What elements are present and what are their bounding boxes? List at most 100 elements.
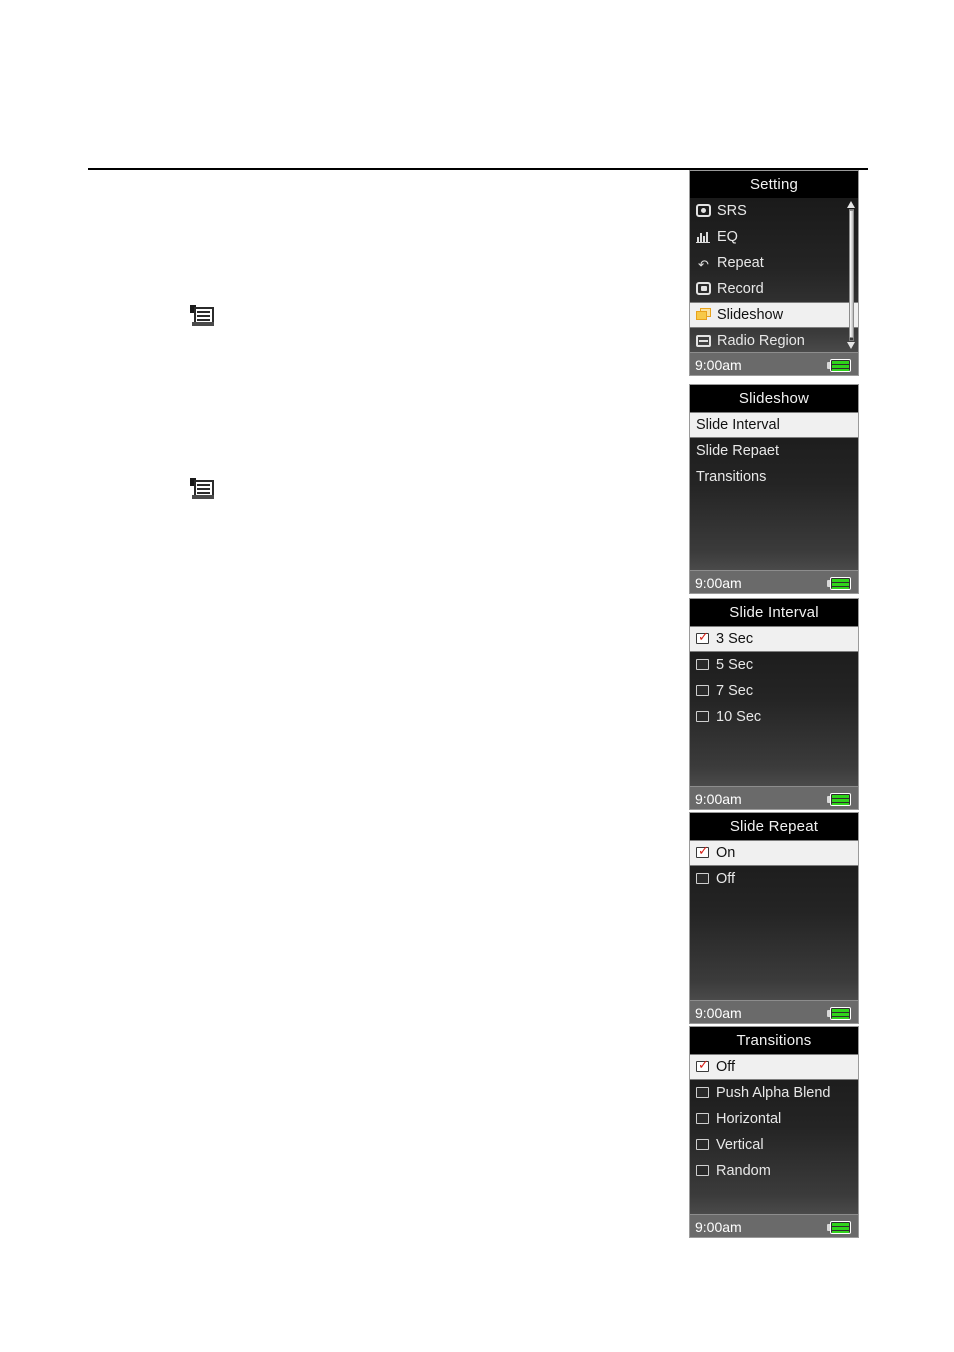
checkbox-unchecked-icon[interactable] [696, 1165, 709, 1176]
device-screen-setting: Setting SRS EQ ↶ Repeat Record Slideshow … [689, 170, 859, 376]
radio-item-vertical[interactable]: Vertical [690, 1132, 858, 1158]
menu-list-icon [190, 478, 216, 500]
status-bar: 9:00am [690, 786, 858, 809]
radio-item-label: Off [716, 1059, 736, 1075]
radio-item-label: Off [716, 871, 736, 887]
status-time: 9:00am [695, 791, 742, 807]
status-bar: 9:00am [690, 352, 858, 375]
radio-item-label: 3 Sec [716, 631, 754, 647]
device-screen-transitions: Transitions ✓ Off Push Alpha Blend Horizo… [689, 1026, 859, 1238]
screen-title: Slide Interval [690, 599, 858, 626]
radio-item-label: Random [716, 1163, 771, 1179]
list-item-radio-region[interactable]: Radio Region [690, 328, 858, 354]
list-item-label: SRS [717, 203, 747, 219]
radio-item-label: Horizontal [716, 1111, 782, 1127]
radio-item-label: Push Alpha Blend [716, 1085, 831, 1101]
screen-title: Slideshow [690, 385, 858, 412]
radio-item-off[interactable]: ✓ Off [690, 1054, 858, 1080]
checkbox-unchecked-icon[interactable] [696, 685, 709, 696]
radio-item-5-sec[interactable]: 5 Sec [690, 652, 858, 678]
radio-item-label: On [716, 845, 736, 861]
battery-full-icon [827, 793, 851, 806]
list-item-label: Repeat [717, 255, 764, 271]
checkbox-unchecked-icon[interactable] [696, 1087, 709, 1098]
battery-full-icon [827, 577, 851, 590]
menu-list-icon-line [197, 319, 210, 321]
device-screen-slide-repeat: Slide Repeat ✓ On Off 9:00am [689, 812, 859, 1024]
device-screen-slideshow: Slideshow Slide Interval Slide Repaet Tr… [689, 384, 859, 594]
radio-item-3-sec[interactable]: ✓ 3 Sec [690, 626, 858, 652]
battery-full-icon [827, 359, 851, 372]
menu-list-icon [190, 305, 216, 327]
scroll-up-arrow-icon[interactable] [847, 201, 855, 208]
radio-item-10-sec[interactable]: 10 Sec [690, 704, 858, 730]
radio-item-label: 10 Sec [716, 709, 762, 725]
radio-item-on[interactable]: ✓ On [690, 840, 858, 866]
repeat-icon: ↶ [698, 257, 709, 272]
checkbox-checked-icon[interactable]: ✓ [696, 1059, 709, 1072]
list-item-label: Radio Region [717, 333, 805, 349]
checkbox-unchecked-icon[interactable] [696, 873, 709, 884]
radio-region-icon [696, 335, 711, 347]
battery-full-icon [827, 1221, 851, 1234]
radio-item-random[interactable]: Random [690, 1158, 858, 1184]
list-item-transitions[interactable]: Transitions [690, 464, 858, 490]
list-item-eq[interactable]: EQ [690, 224, 858, 250]
menu-list-icon-base [192, 322, 214, 326]
checkbox-unchecked-icon[interactable] [696, 1113, 709, 1124]
menu-list-icon-base [192, 495, 214, 499]
list-item-slide-repeat[interactable]: Slide Repaet [690, 438, 858, 464]
screen-body: SRS EQ ↶ Repeat Record Slideshow Radio Re… [690, 198, 858, 352]
status-time: 9:00am [695, 575, 742, 591]
radio-item-label: Vertical [716, 1137, 764, 1153]
slideshow-icon [696, 308, 711, 321]
menu-list-icon-line [197, 311, 210, 313]
scrollbar-thumb[interactable] [849, 210, 854, 338]
list-item-label: Slideshow [717, 307, 784, 323]
radio-item-7-sec[interactable]: 7 Sec [690, 678, 858, 704]
checkbox-unchecked-icon[interactable] [696, 1139, 709, 1150]
checkbox-unchecked-icon[interactable] [696, 711, 709, 722]
eq-icon [696, 230, 711, 243]
device-screen-slide-interval: Slide Interval ✓ 3 Sec 5 Sec 7 Sec 10 Sec… [689, 598, 859, 810]
list-item-label: Slide Interval [696, 417, 780, 433]
status-bar: 9:00am [690, 1000, 858, 1023]
screen-body: ✓ 3 Sec 5 Sec 7 Sec 10 Sec [690, 626, 858, 786]
status-bar: 9:00am [690, 1214, 858, 1237]
checkbox-checked-icon[interactable]: ✓ [696, 845, 709, 858]
checkbox-unchecked-icon[interactable] [696, 659, 709, 670]
checkbox-checked-icon[interactable]: ✓ [696, 631, 709, 644]
list-item-repeat[interactable]: ↶ Repeat [690, 250, 858, 276]
radio-item-off[interactable]: Off [690, 866, 858, 892]
scroll-down-arrow-icon[interactable] [847, 342, 855, 349]
vertical-scrollbar[interactable] [847, 200, 856, 350]
screen-title: Setting [690, 171, 858, 198]
radio-item-label: 7 Sec [716, 683, 754, 699]
list-item-label: EQ [717, 229, 738, 245]
menu-list-icon-line [197, 488, 210, 490]
radio-item-horizontal[interactable]: Horizontal [690, 1106, 858, 1132]
screen-title: Slide Repeat [690, 813, 858, 840]
screen-body: ✓ On Off [690, 840, 858, 1000]
status-bar: 9:00am [690, 570, 858, 593]
menu-list-icon-line [197, 492, 210, 494]
status-time: 9:00am [695, 1219, 742, 1235]
list-item-label: Record [717, 281, 764, 297]
menu-list-icon-line [197, 315, 210, 317]
screen-body: Slide Interval Slide Repaet Transitions [690, 412, 858, 570]
screen-body: ✓ Off Push Alpha Blend Horizontal Vertica… [690, 1054, 858, 1214]
list-item-label: Slide Repaet [696, 443, 780, 459]
battery-full-icon [827, 1007, 851, 1020]
radio-item-push-alpha-blend[interactable]: Push Alpha Blend [690, 1080, 858, 1106]
screen-title: Transitions [690, 1027, 858, 1054]
list-item-slide-interval[interactable]: Slide Interval [690, 412, 858, 438]
menu-list-icon-line [197, 484, 210, 486]
radio-item-label: 5 Sec [716, 657, 754, 673]
list-item-record[interactable]: Record [690, 276, 858, 302]
srs-icon [696, 204, 711, 217]
list-item-slideshow[interactable]: Slideshow [690, 302, 858, 328]
status-time: 9:00am [695, 1005, 742, 1021]
list-item-srs[interactable]: SRS [690, 198, 858, 224]
list-item-label: Transitions [696, 469, 767, 485]
status-time: 9:00am [695, 357, 742, 373]
